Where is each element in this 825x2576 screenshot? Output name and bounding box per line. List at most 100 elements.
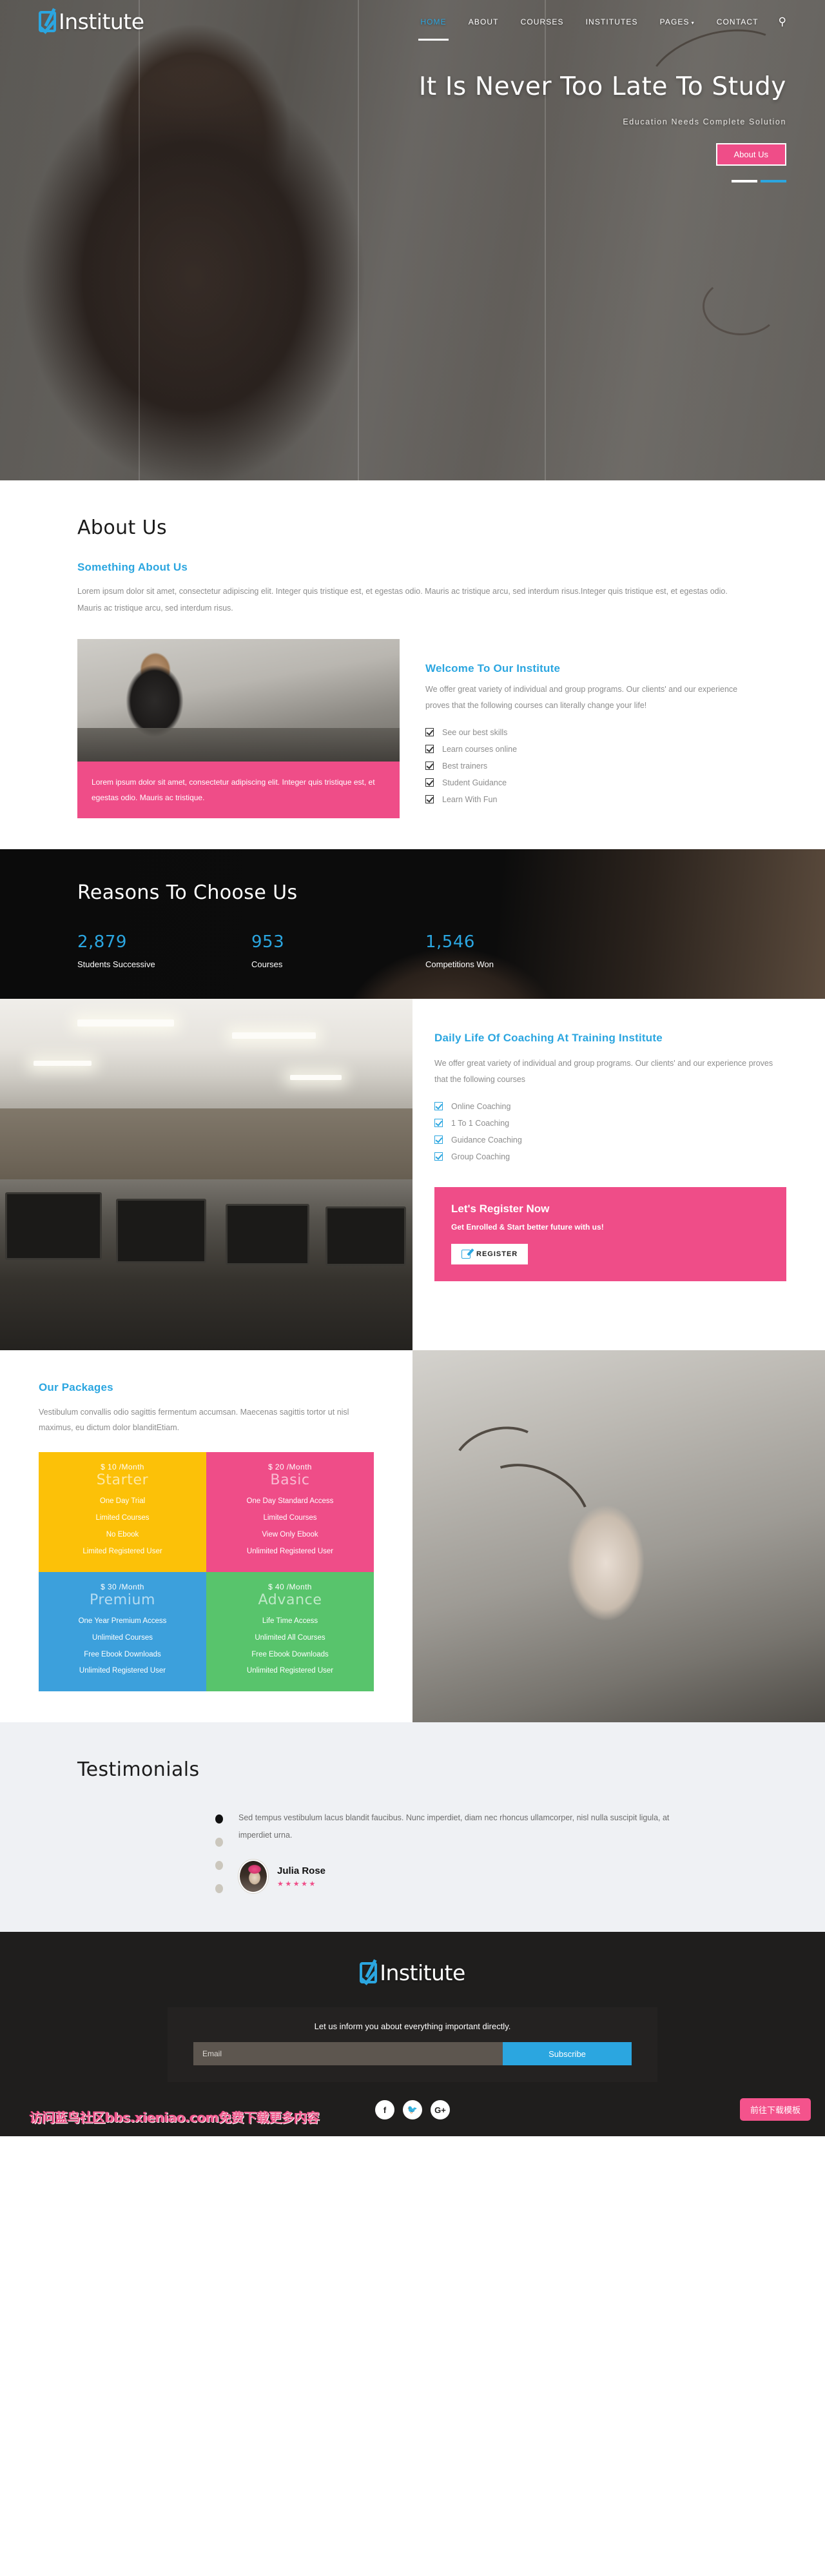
nav-item-contact[interactable]: CONTACT	[706, 11, 770, 33]
nav-item-pages[interactable]: PAGES ▾	[649, 11, 706, 33]
checklist-label: Student Guidance	[442, 778, 507, 787]
card-features: One Day Standard Access Limited Courses …	[213, 1493, 367, 1560]
card-feature: Free Ebook Downloads	[84, 1650, 161, 1658]
card-feature: Limited Courses	[95, 1514, 150, 1522]
decor-lamp	[232, 1032, 316, 1039]
about-paragraph: Lorem ipsum dolor sit amet, consectetur …	[77, 587, 728, 613]
card-feature: Free Ebook Downloads	[251, 1650, 329, 1658]
packages-paragraph: Vestibulum convallis odio sagittis ferme…	[39, 1407, 349, 1432]
card-plan: Advance	[258, 1591, 322, 1608]
card-feature: Limited Registered User	[82, 1547, 162, 1555]
about-checklist: See our best skills Learn courses online…	[425, 724, 748, 808]
testimonial-dots	[215, 1809, 223, 1894]
check-icon	[434, 1119, 443, 1128]
list-item: Group Coaching	[434, 1148, 786, 1165]
pricing-card-starter[interactable]: $ 10 /Month Starter One Day Trial Limite…	[39, 1452, 206, 1572]
google-plus-icon[interactable]: G+	[431, 2100, 450, 2120]
subscribe-button[interactable]: Subscribe	[503, 2042, 632, 2066]
list-item: Online Coaching	[434, 1098, 786, 1115]
card-feature: Unlimited All Courses	[255, 1633, 325, 1642]
register-button-label: REGISTER	[476, 1250, 518, 1258]
chevron-down-icon: ▾	[691, 19, 695, 26]
card-feature: No Ebook	[106, 1531, 139, 1539]
footer-brand-name: Institute	[380, 1960, 465, 1986]
hero-section: Institute HOME ABOUT COURSES INSTITUTES …	[0, 0, 825, 480]
pricing-card-basic[interactable]: $ 20 /Month Basic One Day Standard Acces…	[206, 1452, 374, 1572]
register-button[interactable]: REGISTER	[451, 1243, 529, 1264]
pen-edit-icon	[461, 1249, 471, 1259]
checklist-label: Group Coaching	[451, 1152, 510, 1161]
about-quote: Lorem ipsum dolor sit amet, consectetur …	[77, 761, 400, 818]
check-icon	[434, 1136, 443, 1145]
card-feature: Unlimited Registered User	[246, 1547, 334, 1555]
decor-monitor	[5, 1192, 102, 1260]
about-subheading: Something About Us	[77, 561, 188, 573]
slider-dot-2[interactable]	[761, 180, 786, 183]
list-item: See our best skills	[425, 724, 748, 741]
daily-life-image	[0, 998, 412, 1350]
check-icon	[425, 795, 434, 803]
reasons-section: Reasons To Choose Us 2,879 Students Succ…	[0, 849, 825, 999]
email-input[interactable]	[193, 2042, 503, 2066]
avatar	[238, 1860, 268, 1893]
nav-item-home[interactable]: HOME	[409, 11, 457, 41]
decor-shelf	[0, 1108, 412, 1179]
nav-links: HOME ABOUT COURSES INSTITUTES PAGES ▾ CON…	[409, 11, 786, 41]
footer: Institute Let us inform you about everyt…	[0, 1932, 825, 2137]
card-plan: Basic	[270, 1472, 310, 1489]
testimonial-content: Sed tempus vestibulum lacus blandit fauc…	[238, 1809, 703, 1893]
testimonial-dot-3[interactable]	[215, 1861, 223, 1871]
decor-monitor	[226, 1203, 309, 1265]
about-left-column: Lorem ipsum dolor sit amet, consectetur …	[77, 638, 400, 818]
checklist-label: Online Coaching	[451, 1101, 511, 1111]
watermark-text: 访问蓝鸟社区bbs.xieniao.com免费下载更多内容	[30, 2110, 320, 2126]
reasons-title: Reasons To Choose Us	[77, 881, 298, 904]
register-banner: Let's Register Now Get Enrolled & Start …	[434, 1186, 786, 1281]
search-icon[interactable]: ⚲	[779, 16, 786, 27]
check-icon	[425, 778, 434, 787]
testimonials-title: Testimonials	[77, 1758, 200, 1782]
card-features: One Year Premium Access Unlimited Course…	[45, 1613, 200, 1680]
list-item: Learn courses online	[425, 741, 748, 758]
site-logo[interactable]: Institute	[39, 9, 144, 34]
testimonial-dot-2[interactable]	[215, 1838, 223, 1847]
check-icon	[425, 745, 434, 753]
check-icon	[425, 762, 434, 770]
testimonial-dot-4[interactable]	[215, 1884, 223, 1894]
pricing-card-advance[interactable]: $ 40 /Month Advance Life Time Access Unl…	[206, 1571, 374, 1692]
card-feature: Life Time Access	[262, 1617, 318, 1625]
slider-dot-1[interactable]	[732, 180, 757, 183]
card-feature: One Year Premium Access	[78, 1617, 167, 1625]
nav-item-about[interactable]: ABOUT	[458, 11, 510, 33]
checklist-label: Guidance Coaching	[451, 1135, 522, 1145]
nav-item-courses[interactable]: COURSES	[510, 11, 575, 33]
testimonial-dot-1[interactable]	[215, 1814, 223, 1824]
stat-number: 2,879	[77, 932, 127, 952]
daily-checklist: Online Coaching 1 To 1 Coaching Guidance…	[434, 1098, 786, 1165]
facebook-icon[interactable]: f	[375, 2100, 394, 2120]
daily-paragraph: We offer great variety of individual and…	[434, 1058, 773, 1084]
stat-item: 953 Courses	[251, 932, 425, 969]
card-feature: One Day Trial	[99, 1497, 146, 1506]
about-image	[77, 638, 400, 762]
testimonial-author: Julia Rose ★★★★★	[238, 1860, 703, 1893]
card-feature: One Day Standard Access	[246, 1497, 334, 1506]
twitter-icon[interactable]: 🐦	[403, 2100, 422, 2120]
card-feature: Unlimited Registered User	[246, 1667, 334, 1675]
hero-about-us-button[interactable]: About Us	[715, 143, 786, 166]
footer-logo[interactable]: Institute	[0, 1960, 825, 1985]
stat-number: 953	[251, 932, 285, 952]
hero-content: It Is Never Too Late To Study Education …	[0, 34, 825, 183]
pricing-card-premium[interactable]: $ 30 /Month Premium One Year Premium Acc…	[39, 1571, 206, 1692]
card-price: $ 40 /Month	[268, 1582, 312, 1591]
decor-scribble	[703, 277, 780, 335]
card-feature: Unlimited Courses	[92, 1633, 153, 1642]
stat-label: Students Successive	[77, 959, 155, 969]
about-section: About Us Something About Us Lorem ipsum …	[0, 480, 825, 849]
nav-item-institutes[interactable]: INSTITUTES	[575, 11, 649, 33]
download-template-button[interactable]: 前往下载模板	[739, 2098, 811, 2121]
list-item: Guidance Coaching	[434, 1132, 786, 1148]
newsletter-box: Let us inform you about everything impor…	[168, 2007, 657, 2083]
register-heading: Let's Register Now	[451, 1202, 550, 1215]
checkbox-check-icon	[360, 1962, 378, 1984]
